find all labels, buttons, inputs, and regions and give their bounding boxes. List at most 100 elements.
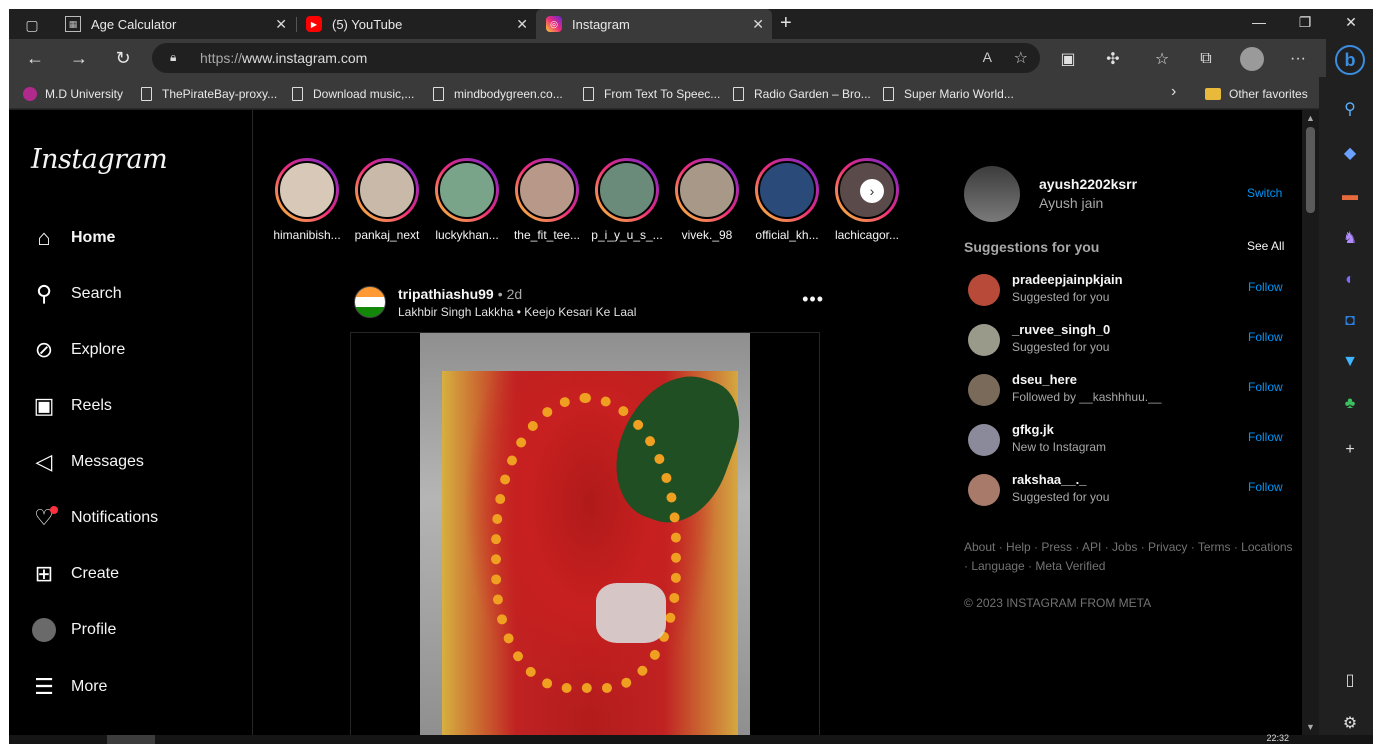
favorite-item[interactable]: From Text To Speec... <box>583 85 720 103</box>
nav-profile[interactable]: Profile <box>31 616 116 644</box>
follow-button[interactable]: Follow <box>1248 330 1283 344</box>
avatar[interactable] <box>968 474 1000 506</box>
more-options-icon[interactable]: ••• <box>802 289 824 310</box>
outlook-icon[interactable]: ◘ <box>1338 309 1362 333</box>
post-avatar[interactable] <box>354 286 386 318</box>
see-all-link[interactable]: See All <box>1247 239 1284 253</box>
address-bar[interactable]: 🔒︎ https://www.instagram.com A ☆ <box>152 43 1040 73</box>
story-item[interactable]: vivek._98 <box>667 158 747 242</box>
nav-home[interactable]: ⌂ Home <box>31 224 115 252</box>
add-favorite-icon[interactable]: ☆ <box>1014 48 1028 68</box>
my-username[interactable]: ayush2202ksrr <box>1039 176 1137 192</box>
profile-avatar-icon[interactable] <box>1240 47 1264 71</box>
scroll-down-icon[interactable]: ▼ <box>1306 722 1315 732</box>
window-close-icon[interactable]: ✕ <box>1341 14 1361 31</box>
scroll-up-icon[interactable]: ▲ <box>1306 113 1315 123</box>
follow-button[interactable]: Follow <box>1248 480 1283 494</box>
search-icon[interactable]: ⚲ <box>1338 97 1362 121</box>
suggestion-item: pradeepjainpkjain Suggested for you Follow <box>968 272 1288 316</box>
extensions-icon[interactable]: ✣ <box>1102 48 1124 70</box>
close-icon[interactable]: ✕ <box>275 16 287 33</box>
heart-icon: ♡ <box>31 505 58 531</box>
page-scrollbar[interactable]: ▲ ▼ <box>1302 110 1319 735</box>
collections-icon[interactable]: ⧉ <box>1195 48 1217 70</box>
story-item[interactable]: p_i_y_u_s_... <box>587 158 667 242</box>
copilot-icon[interactable]: ◐ <box>1338 268 1362 292</box>
add-icon[interactable]: + <box>1338 438 1362 462</box>
tab-title: Age Calculator <box>91 16 177 32</box>
instagram-icon: ◎ <box>546 16 562 32</box>
tab-age-calculator[interactable]: ▦ Age Calculator ✕ <box>55 9 295 39</box>
telegram-icon[interactable]: ▼ <box>1338 350 1362 374</box>
settings-gear-icon[interactable]: ⚙ <box>1338 711 1362 735</box>
ig-sidebar: Instagram ⌂ Home ⚲ Search ⊘ Explore ▣ Reels … <box>9 110 253 735</box>
close-icon[interactable]: ✕ <box>752 16 764 33</box>
url-text[interactable]: https://www.instagram.com <box>200 50 367 66</box>
suggestions-title: Suggestions for you <box>964 239 1100 255</box>
edge-sidebar: b ⚲ ◆ ▬ ♞ ◐ ◘ ▼ ♣ + ▯ ⚙ <box>1326 39 1373 744</box>
extension-shield-icon[interactable]: ▣ <box>1057 48 1079 70</box>
avatar[interactable] <box>968 274 1000 306</box>
new-tab-icon[interactable]: + <box>780 12 792 35</box>
back-icon[interactable]: ← <box>25 48 45 68</box>
favorite-item[interactable]: Radio Garden – Bro... <box>733 85 871 103</box>
follow-button[interactable]: Follow <box>1248 380 1283 394</box>
close-icon[interactable]: ✕ <box>516 16 528 33</box>
tools-icon[interactable]: ▬ <box>1338 184 1362 208</box>
post-audio[interactable]: Lakhbir Singh Lakkha • Keejo Kesari Ke L… <box>398 305 636 319</box>
nav-explore[interactable]: ⊘ Explore <box>31 336 125 364</box>
nav-notifications[interactable]: ♡ Notifications <box>31 504 158 532</box>
nav-create[interactable]: ⊞ Create <box>31 560 119 588</box>
story-item[interactable]: official_kh... <box>747 158 827 242</box>
search-icon: ⚲ <box>35 281 53 306</box>
scroll-thumb[interactable] <box>1306 127 1315 213</box>
avatar[interactable] <box>968 424 1000 456</box>
my-avatar[interactable] <box>964 166 1020 222</box>
notification-dot <box>50 506 58 514</box>
read-aloud-icon[interactable]: A <box>983 49 992 65</box>
story-item[interactable]: the_fit_tee... <box>507 158 587 242</box>
favorite-item[interactable]: mindbodygreen.co... <box>433 85 563 103</box>
games-icon[interactable]: ♞ <box>1338 226 1362 250</box>
split-screen-icon[interactable]: ▯ <box>1338 668 1362 692</box>
avatar[interactable] <box>968 324 1000 356</box>
lock-icon[interactable]: 🔒︎ <box>170 50 186 66</box>
tab-youtube[interactable]: ▶ (5) YouTube ✕ <box>296 9 536 39</box>
post-media[interactable] <box>350 332 820 735</box>
favorite-item[interactable]: M.D University <box>23 85 123 103</box>
more-menu-icon[interactable]: ··· <box>1287 48 1309 70</box>
story-item[interactable]: luckykhan... <box>427 158 507 242</box>
chevron-right-icon[interactable]: › <box>1171 83 1176 101</box>
tree-icon[interactable]: ♣ <box>1338 392 1362 416</box>
bing-icon[interactable]: b <box>1335 45 1365 75</box>
tab-instagram[interactable]: ◎ Instagram ✕ <box>536 9 772 39</box>
copyright: © 2023 INSTAGRAM FROM META <box>964 596 1152 610</box>
avatar[interactable] <box>968 374 1000 406</box>
tab-actions-icon[interactable]: ▢ <box>17 14 47 36</box>
other-favorites[interactable]: Other favorites <box>1205 85 1308 103</box>
follow-button[interactable]: Follow <box>1248 430 1283 444</box>
switch-button[interactable]: Switch <box>1247 186 1282 200</box>
refresh-icon[interactable]: ↻ <box>113 48 133 68</box>
shopping-tag-icon[interactable]: ◆ <box>1338 141 1362 165</box>
post-username[interactable]: tripathiashu99 • 2d <box>398 286 522 302</box>
nav-reels[interactable]: ▣ Reels <box>31 392 112 420</box>
menu-icon: ☰ <box>34 674 54 699</box>
chevron-right-icon[interactable]: › <box>860 179 884 203</box>
forward-icon[interactable]: → <box>69 48 89 68</box>
favorite-item[interactable]: ThePirateBay-proxy... <box>141 85 277 103</box>
favorites-icon[interactable]: ☆ <box>1151 48 1173 70</box>
favorite-item[interactable]: Super Mario World... <box>883 85 1014 103</box>
instagram-logo[interactable]: Instagram <box>31 144 168 175</box>
favorite-item[interactable]: Download music,... <box>292 85 414 103</box>
story-item[interactable]: himanibish... <box>267 158 347 242</box>
nav-messages[interactable]: ◁ Messages <box>31 448 144 476</box>
footer-links[interactable]: About · Help · Press · API · Jobs · Priv… <box>964 538 1294 576</box>
follow-button[interactable]: Follow <box>1248 280 1283 294</box>
nav-more[interactable]: ☰ More <box>31 673 107 701</box>
nav-search[interactable]: ⚲ Search <box>31 280 122 308</box>
instagram-page: Instagram ⌂ Home ⚲ Search ⊘ Explore ▣ Reels … <box>9 110 1302 735</box>
minimize-icon[interactable]: — <box>1249 14 1269 30</box>
story-item[interactable]: pankaj_next <box>347 158 427 242</box>
restore-icon[interactable]: ❐ <box>1295 14 1315 31</box>
